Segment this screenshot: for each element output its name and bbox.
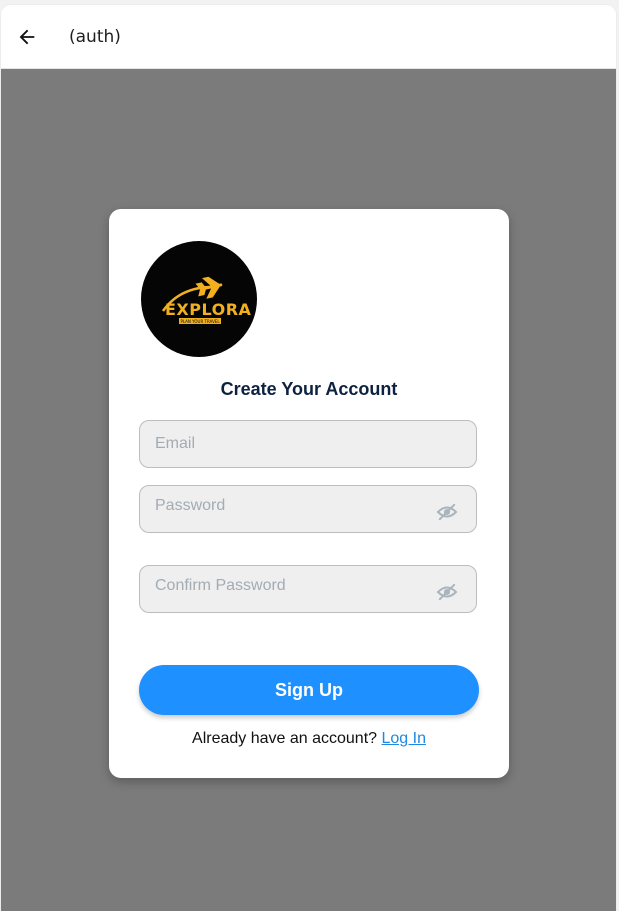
sign-up-button[interactable]: Sign Up [139,665,479,715]
svg-text:EXPLORA: EXPLORA [165,300,252,319]
top-app-bar: (auth) [1,5,616,69]
modal-backdrop: EXPLORA PLAN YOUR TRAVEL Create Your Acc… [1,69,616,911]
email-field[interactable] [139,420,477,468]
login-prompt: Already have an account? Log In [109,730,509,748]
form-title: Create Your Account [220,379,398,399]
log-in-link[interactable]: Log In [381,730,425,747]
arrow-left-icon [19,29,35,45]
email-input[interactable] [155,421,425,467]
back-button[interactable] [12,22,42,52]
eye-off-icon[interactable] [436,503,458,521]
login-prompt-text: Already have an account? [192,730,378,747]
explora-logo: EXPLORA PLAN YOUR TRAVEL [141,241,257,357]
signup-card: EXPLORA PLAN YOUR TRAVEL Create Your Acc… [109,209,509,778]
confirm-password-input[interactable] [155,563,425,609]
airplane-icon [195,276,223,299]
password-input[interactable] [155,483,425,529]
eye-off-icon[interactable] [436,583,458,601]
svg-text:PLAN YOUR TRAVEL: PLAN YOUR TRAVEL [180,319,220,324]
password-field[interactable] [139,483,477,533]
app-window: (auth) EXPLORA PLAN YOUR TRAVEL Create Y… [1,5,616,911]
confirm-password-field[interactable] [139,563,477,613]
page-title: (auth) [69,27,121,47]
